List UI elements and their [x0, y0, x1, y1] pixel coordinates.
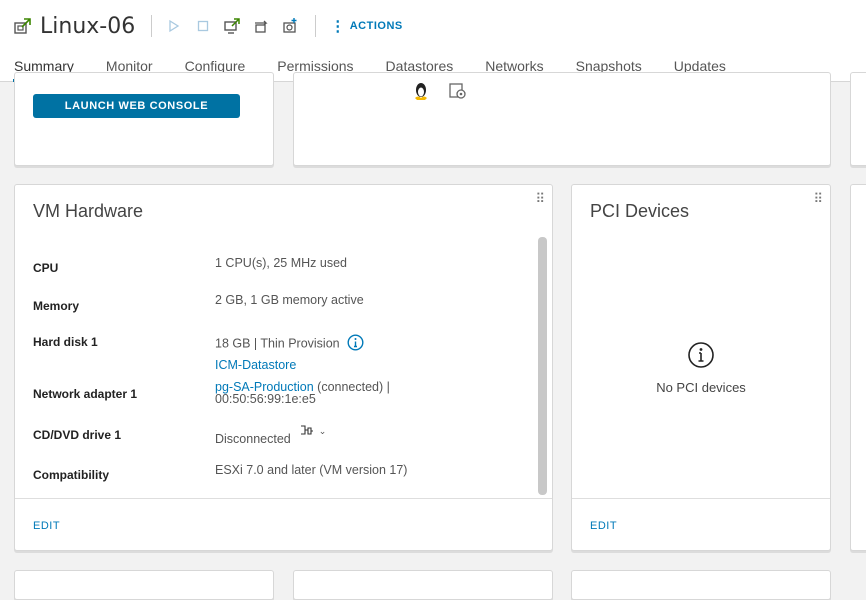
object-header: Linux-06 ⋮ ACTIONS Summary Monitor Confi… — [0, 0, 866, 82]
vm-hardware-title: VM Hardware — [33, 201, 144, 221]
vm-name-title: Linux-06 — [40, 13, 136, 39]
card-footer: EDIT — [572, 498, 830, 550]
no-pci-devices-text: No PCI devices — [656, 380, 746, 395]
hw-value: pg-SA-Production (connected) | 00:50:56:… — [215, 380, 390, 406]
hw-label: CPU — [33, 261, 59, 275]
datastore-link[interactable]: ICM-Datastore — [215, 358, 296, 372]
hw-value: Disconnected ⌄ — [215, 424, 327, 446]
drag-handle-icon[interactable]: ⠿ — [535, 192, 544, 205]
console-card: LAUNCH WEB CONSOLE — [14, 72, 274, 166]
chevron-down-icon[interactable]: ⌄ — [319, 424, 327, 438]
actions-menu-button[interactable]: ⋮ ACTIONS — [330, 19, 403, 34]
power-off-icon[interactable] — [193, 16, 213, 36]
guest-os-card — [293, 72, 831, 166]
vertical-ellipsis-icon: ⋮ — [330, 17, 346, 35]
bottom-card-1 — [14, 570, 274, 600]
connect-plug-icon[interactable] — [298, 424, 314, 441]
card-footer: EDIT — [15, 498, 552, 550]
disk-size-text: 18 GB | Thin Provision — [215, 336, 340, 351]
side-card-middle — [850, 184, 866, 551]
network-status: (connected) | — [317, 380, 390, 394]
hw-value: ESXi 7.0 and later (VM version 17) — [215, 463, 408, 477]
hw-label: Compatibility — [33, 468, 110, 482]
bottom-card-2 — [293, 570, 553, 600]
divider — [151, 15, 153, 37]
actions-label: ACTIONS — [349, 20, 403, 32]
title-row: Linux-06 ⋮ ACTIONS — [12, 10, 403, 42]
vmware-tools-icon — [448, 81, 468, 106]
side-card-top — [850, 72, 866, 166]
hw-label: Hard disk 1 — [33, 335, 98, 349]
scrollbar-thumb[interactable] — [538, 237, 547, 495]
snapshot-icon[interactable] — [280, 16, 300, 36]
info-icon[interactable] — [347, 334, 364, 354]
info-icon — [687, 341, 715, 374]
edit-hardware-link[interactable]: EDIT — [33, 520, 60, 532]
hw-value: 1 CPU(s), 25 MHz used — [215, 256, 347, 270]
cdrom-status: Disconnected — [215, 432, 291, 446]
launch-console-icon[interactable] — [222, 16, 242, 36]
mac-address: 00:50:56:99:1e:e5 — [215, 392, 316, 406]
hw-label: CD/DVD drive 1 — [33, 428, 122, 442]
pci-empty-state: No PCI devices — [572, 341, 830, 395]
hw-value: 2 GB, 1 GB memory active — [215, 293, 364, 307]
hw-label: Memory — [33, 299, 80, 313]
divider — [315, 15, 317, 37]
vm-powered-on-icon — [12, 15, 34, 37]
hw-label: Network adapter 1 — [33, 387, 138, 401]
pci-devices-title: PCI Devices — [590, 201, 690, 221]
pci-devices-card: PCI Devices ⠿ No PCI devices EDIT — [571, 184, 831, 551]
migrate-icon[interactable] — [251, 16, 271, 36]
drag-handle-icon[interactable]: ⠿ — [813, 192, 822, 205]
linux-tux-icon — [412, 81, 430, 106]
bottom-card-3 — [571, 570, 831, 600]
edit-pci-link[interactable]: EDIT — [590, 520, 617, 532]
launch-web-console-button[interactable]: LAUNCH WEB CONSOLE — [33, 94, 240, 118]
vm-hardware-card: VM Hardware ⠿ CPU 1 CPU(s), 25 MHz used … — [14, 184, 553, 551]
power-on-icon[interactable] — [164, 16, 184, 36]
hw-value: 18 GB | Thin Provision ICM-Datastore — [215, 334, 364, 376]
